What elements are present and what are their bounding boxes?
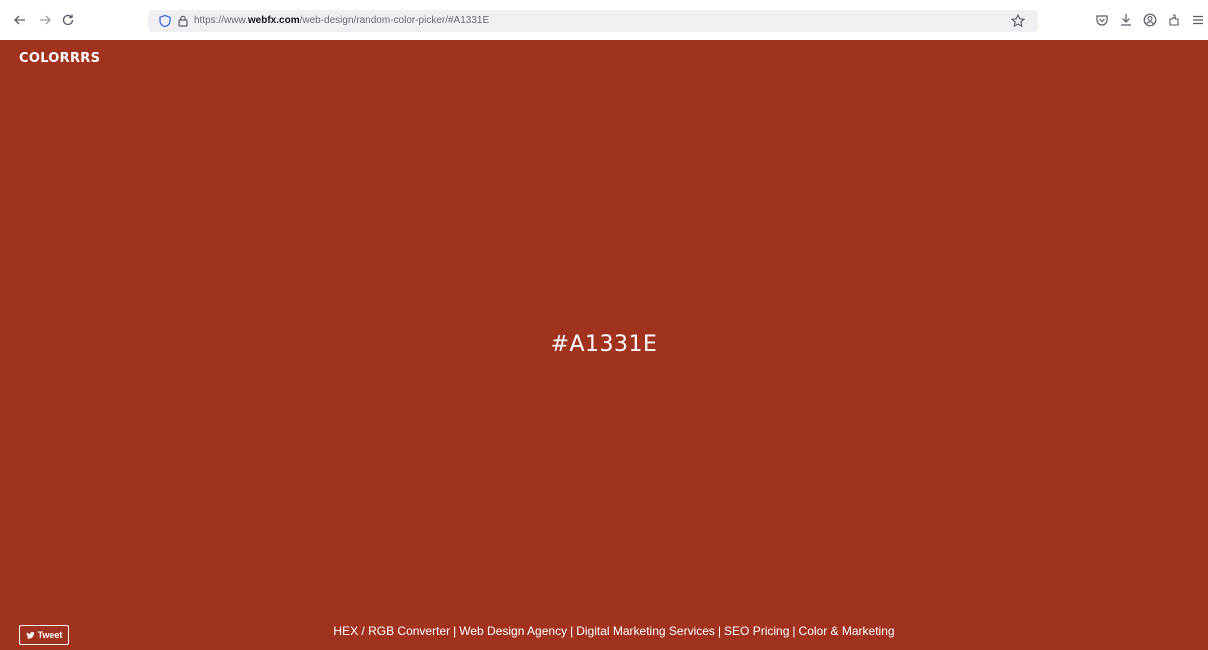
footer-separator: | <box>792 624 796 638</box>
url-domain: webfx.com <box>247 15 300 26</box>
extensions-icon[interactable] <box>1166 12 1182 28</box>
back-arrow-icon[interactable] <box>12 12 28 28</box>
pocket-icon[interactable] <box>1094 12 1110 28</box>
lock-icon[interactable] <box>176 14 190 28</box>
account-icon[interactable] <box>1142 12 1158 28</box>
star-icon[interactable] <box>1010 13 1026 29</box>
download-icon[interactable] <box>1118 12 1134 28</box>
site-logo[interactable]: COLORRRS <box>19 51 100 66</box>
footer-link-web-design-agency[interactable]: Web Design Agency <box>459 624 567 638</box>
footer-link-digital-marketing-services[interactable]: Digital Marketing Services <box>576 624 715 638</box>
footer-separator: | <box>570 624 574 638</box>
footer-separator: | <box>453 624 457 638</box>
footer-link-color-marketing[interactable]: Color & Marketing <box>799 624 895 638</box>
url-path: /web-design/random-color-picker/#A1331E <box>299 15 490 26</box>
url-text[interactable]: https://www.webfx.com/web-design/random-… <box>194 15 489 26</box>
footer-links: HEX / RGB Converter | Web Design Agency | Di… <box>0 624 1208 638</box>
url-bar[interactable]: https://www.webfx.com/web-design/random-… <box>148 10 1038 32</box>
url-prefix: https://www. <box>194 15 248 26</box>
forward-arrow-icon[interactable] <box>37 12 53 28</box>
hex-color-value: #A1331E <box>550 332 658 357</box>
browser-toolbar: https://www.webfx.com/web-design/random-… <box>0 0 1208 40</box>
menu-icon[interactable] <box>1190 12 1206 28</box>
shield-icon[interactable] <box>158 14 172 28</box>
footer-separator: | <box>717 624 722 638</box>
reload-icon[interactable] <box>60 12 76 28</box>
footer-link-hex-rgb-converter[interactable]: HEX / RGB Converter <box>333 624 450 638</box>
footer-link-seo-pricing[interactable]: SEO Pricing <box>724 624 789 638</box>
